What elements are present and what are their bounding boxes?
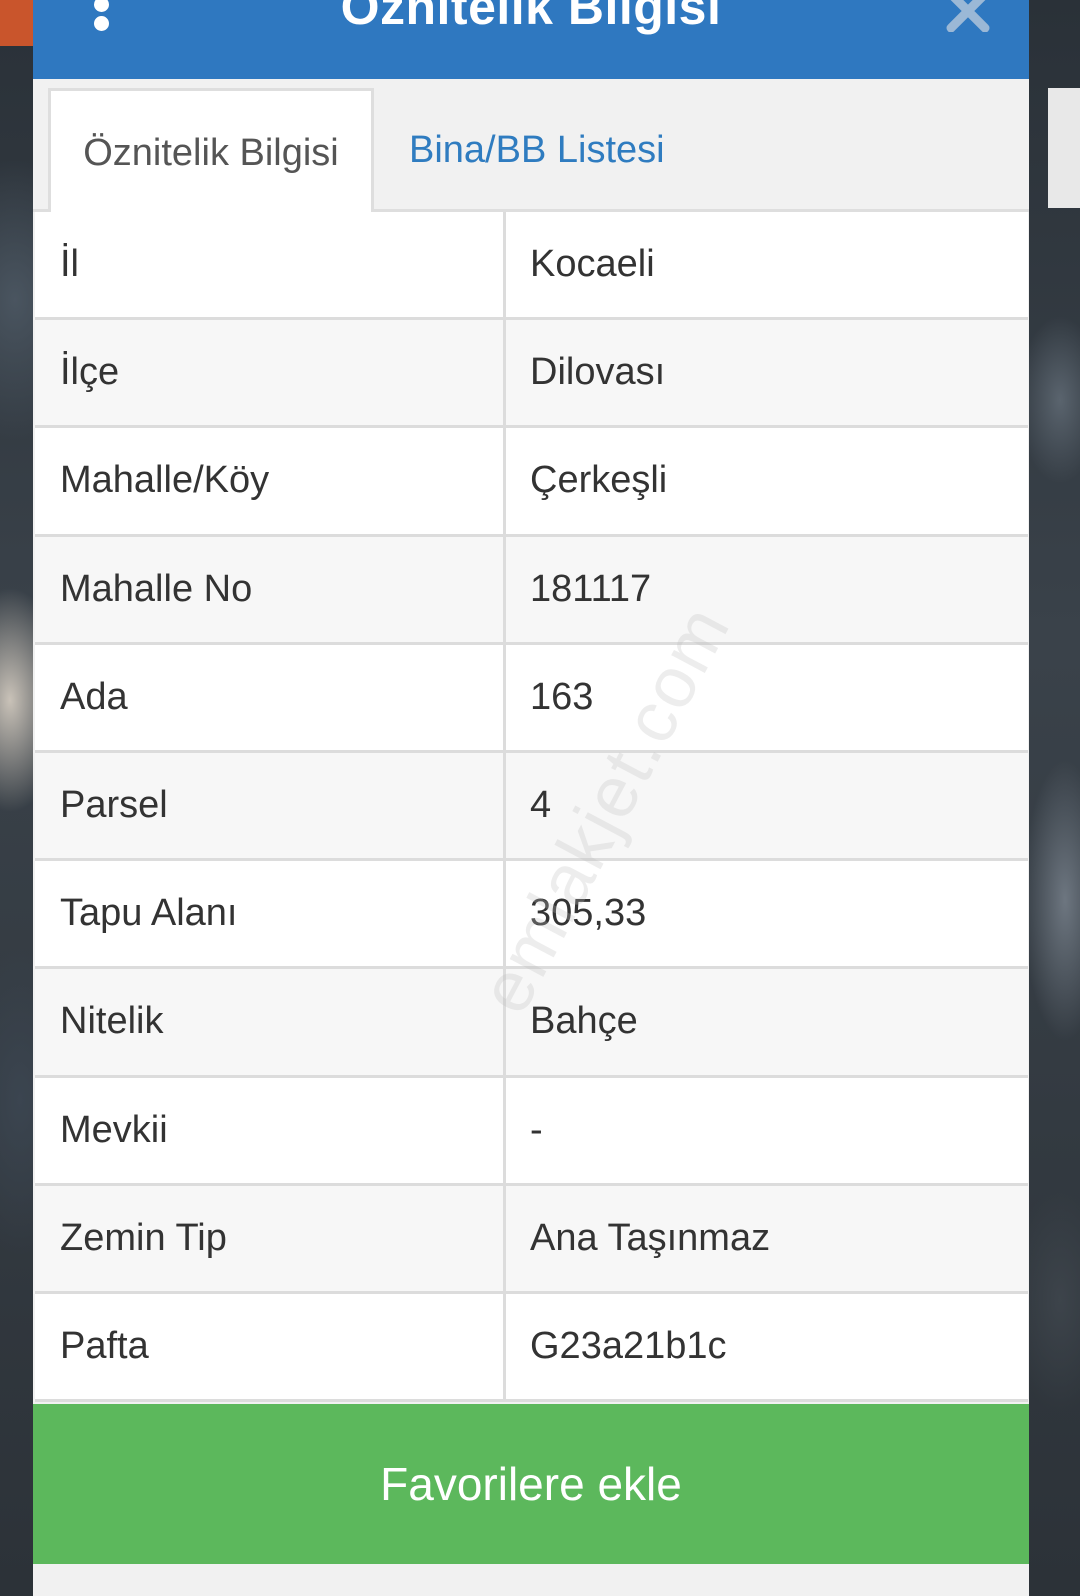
add-to-favorites-button[interactable]: Favorilere ekle <box>33 1404 1029 1564</box>
attribute-info-dialog: Öznitelik Bilgisi Öznitelik Bilgisi Bina… <box>33 0 1029 1596</box>
table-row: Pafta G23a21b1c <box>35 1293 1028 1403</box>
row-label: İlçe <box>35 320 506 426</box>
background-map-control <box>1048 88 1080 208</box>
attribute-table: İl Kocaeli İlçe Dilovası Mahalle/Köy Çer… <box>35 212 1028 1403</box>
background-map-marker <box>0 0 34 46</box>
row-label: Mahalle/Köy <box>35 428 506 534</box>
row-value: 4 <box>530 784 552 827</box>
row-label: Zemin Tip <box>35 1185 506 1291</box>
table-row: Mahalle/Köy Çerkeşli <box>35 428 1028 537</box>
row-value: G23a21b1c <box>530 1324 727 1367</box>
row-label: Ada <box>35 644 506 750</box>
dialog-header: Öznitelik Bilgisi <box>33 0 1029 79</box>
close-icon[interactable] <box>943 0 993 32</box>
row-label: Parsel <box>35 752 506 859</box>
row-label: Mahalle No <box>35 536 506 642</box>
table-row: İlçe Dilovası <box>35 320 1028 429</box>
row-value: Bahçe <box>530 1000 638 1043</box>
table-row: Nitelik Bahçe <box>35 969 1028 1078</box>
table-row: Parsel 4 <box>35 752 1028 862</box>
row-label: İl <box>35 212 506 318</box>
row-value: 305,33 <box>530 892 647 935</box>
row-value: Dilovası <box>530 351 666 394</box>
row-value: - <box>530 1108 543 1151</box>
row-label: Nitelik <box>35 969 506 1075</box>
row-value: Çerkeşli <box>530 459 668 502</box>
row-label: Pafta <box>35 1293 506 1400</box>
table-row: Tapu Alanı 305,33 <box>35 861 1028 970</box>
row-value: Kocaeli <box>530 243 655 286</box>
table-row: Zemin Tip Ana Taşınmaz <box>35 1185 1028 1294</box>
table-row: Ada 163 <box>35 644 1028 753</box>
row-value: 181117 <box>530 567 652 610</box>
row-value: Ana Taşınmaz <box>530 1216 771 1259</box>
dialog-title: Öznitelik Bilgisi <box>340 0 722 35</box>
tab-building-list[interactable]: Bina/BB Listesi <box>407 88 665 212</box>
table-row: Mahalle No 181117 <box>35 536 1028 645</box>
row-label: Mevkii <box>35 1077 506 1183</box>
row-label: Tapu Alanı <box>35 861 506 967</box>
row-value: 163 <box>530 675 594 718</box>
tab-attribute-info[interactable]: Öznitelik Bilgisi <box>48 88 374 215</box>
tab-bar: Öznitelik Bilgisi Bina/BB Listesi <box>33 79 1029 215</box>
table-row: İl Kocaeli <box>35 212 1028 321</box>
table-row: Mevkii - <box>35 1077 1028 1186</box>
